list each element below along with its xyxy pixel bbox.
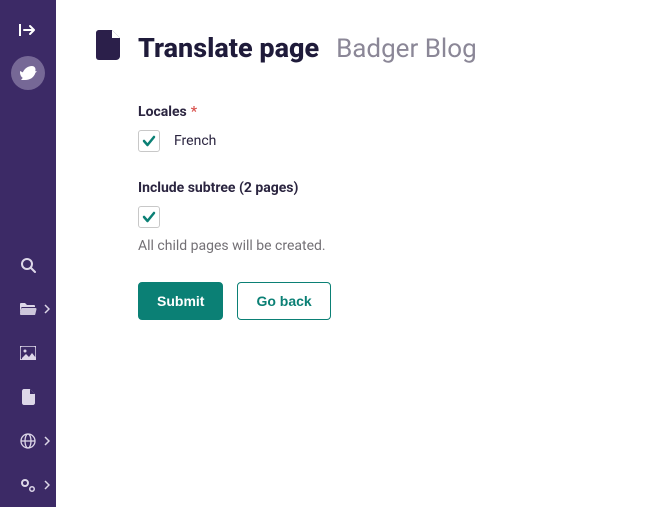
globe-icon (20, 433, 36, 449)
chevron-right-icon (44, 304, 50, 314)
page-name: Badger Blog (336, 34, 477, 64)
sidebar-expand-button[interactable] (14, 20, 42, 40)
sidebar-item-images[interactable] (0, 331, 56, 375)
sidebar (0, 0, 56, 507)
avatar[interactable] (11, 56, 45, 90)
subtree-label: Include subtree (2 pages) (138, 180, 576, 196)
submit-button[interactable]: Submit (138, 282, 223, 320)
subtree-checkbox-row (138, 206, 576, 228)
locales-label: Locales* (138, 104, 576, 120)
chevron-right-icon (44, 436, 50, 446)
subtree-field: Include subtree (2 pages) All child page… (138, 180, 576, 254)
subtree-help: All child pages will be created. (138, 238, 576, 254)
bird-icon (18, 63, 38, 83)
locale-french-label: French (174, 133, 216, 149)
gears-icon (19, 477, 37, 493)
document-icon (22, 389, 35, 405)
image-icon (20, 346, 36, 360)
locale-french-checkbox[interactable] (138, 130, 160, 152)
go-back-button[interactable]: Go back (237, 282, 330, 320)
title-text: Translate page (138, 32, 319, 64)
sidebar-item-settings[interactable] (0, 463, 56, 507)
form-actions: Submit Go back (138, 282, 576, 320)
sidebar-item-documents[interactable] (0, 375, 56, 419)
subtree-checkbox[interactable] (138, 206, 160, 228)
required-marker: * (191, 104, 197, 120)
chevron-right-icon (44, 480, 50, 490)
sidebar-item-pages[interactable] (0, 287, 56, 331)
locales-field: Locales* French (138, 104, 576, 152)
page-header: Translate page Badger Blog (96, 30, 615, 64)
main: Translate page Badger Blog Locales* Fren… (56, 0, 655, 507)
expand-icon (19, 23, 37, 37)
check-icon (142, 211, 156, 223)
search-icon (20, 257, 36, 273)
sidebar-item-search[interactable] (0, 243, 56, 287)
check-icon (142, 135, 156, 147)
folder-open-icon (19, 302, 37, 316)
sidebar-item-snippets[interactable] (0, 419, 56, 463)
page-icon (96, 30, 122, 64)
translate-form: Locales* French Include subtree (2 pages… (96, 104, 576, 320)
locale-option-row: French (138, 130, 576, 152)
page-title: Translate page Badger Blog (138, 31, 477, 64)
